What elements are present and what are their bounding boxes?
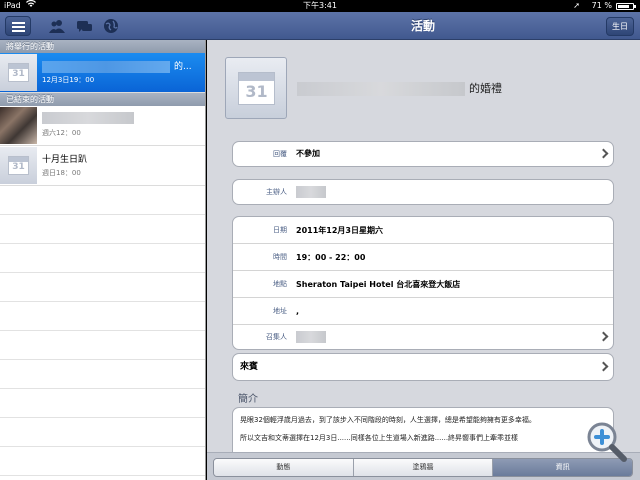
- address-value: ,: [296, 307, 300, 316]
- organizer-value: [296, 325, 326, 349]
- navigation-bar: 活動 生日: [0, 12, 640, 40]
- time-row: 時間 19：00 - 22：00: [233, 244, 613, 271]
- past-events-header: 已結束的活動: [0, 93, 205, 106]
- organizer-row[interactable]: 召集人: [233, 325, 613, 349]
- clock: 下午3:41: [303, 1, 337, 10]
- chevron-right-icon: [598, 331, 609, 342]
- event-calendar-icon: 31: [225, 57, 287, 119]
- calendar-icon: 31: [0, 54, 37, 91]
- friend-requests-icon[interactable]: [48, 17, 66, 35]
- menu-button[interactable]: [5, 16, 31, 36]
- intro-paragraph: 所以文吉和文蒂選擇在12月3日......同樣各位上生道場入新進路......終…: [240, 434, 519, 442]
- calendar-icon: 31: [0, 147, 37, 184]
- place-row: 地點 Sheraton Taipei Hotel 台北喜來登大飯店: [233, 271, 613, 298]
- upcoming-events-header: 將舉行的活動: [0, 40, 205, 53]
- empty-row: [0, 215, 205, 244]
- event-detail-title: 的婚禮: [297, 80, 502, 96]
- redacted-host: [296, 185, 326, 198]
- chevron-right-icon: [598, 361, 609, 372]
- empty-row: [0, 418, 205, 447]
- redacted-name: [297, 82, 465, 96]
- battery-percent: 71 %: [591, 1, 612, 10]
- rsvp-label: 回覆: [273, 150, 287, 158]
- tab-wall[interactable]: 塗鴉牆: [353, 459, 494, 476]
- date-label: 日期: [273, 226, 287, 234]
- messages-icon[interactable]: [75, 17, 93, 35]
- address-label: 地址: [273, 307, 287, 315]
- date-row: 日期 2011年12月3日星期六: [233, 217, 613, 244]
- empty-row: [0, 360, 205, 389]
- host-label: 主辦人: [266, 188, 287, 196]
- redacted-title: [42, 112, 134, 124]
- empty-row: [0, 273, 205, 302]
- host-row: 主辦人: [233, 180, 613, 204]
- location-icon: ➚: [573, 1, 580, 10]
- date-value: 2011年12月3日星期六: [296, 226, 383, 235]
- rsvp-row[interactable]: 回覆 不參加: [233, 142, 613, 166]
- nav-icon-group: [48, 17, 120, 35]
- battery-icon: [616, 3, 636, 10]
- rsvp-group: 回覆 不參加: [232, 141, 614, 167]
- status-bar: iPad 下午3:41 ➚ 71 %: [0, 0, 640, 12]
- event-title: 十月生日趴: [42, 155, 88, 165]
- events-list-panel: 將舉行的活動 31 的... 12月3日19：00 已結束的活動 週六12：00…: [0, 40, 206, 480]
- rsvp-value: 不參加: [296, 149, 320, 158]
- intro-paragraph: 晃眼32個輕浮歲月過去，到了該步入不同階段的時刻，人生選擇，總是希望能夠擁有更多…: [240, 416, 536, 424]
- event-time: 週六12：00: [42, 129, 81, 137]
- place-label: 地點: [273, 280, 287, 288]
- empty-row: [0, 186, 205, 215]
- host-group: 主辦人: [232, 179, 614, 205]
- event-time: 週日18：00: [42, 169, 81, 177]
- event-row-past-2[interactable]: 31 十月生日趴 週日18：00: [0, 146, 205, 186]
- chevron-right-icon: [598, 148, 609, 159]
- tab-feed[interactable]: 動態: [214, 459, 354, 476]
- empty-row: [0, 389, 205, 418]
- guests-group: 來賓: [232, 353, 614, 381]
- event-time: 12月3日19：00: [42, 76, 95, 84]
- organizer-label: 召集人: [266, 333, 287, 341]
- event-row-upcoming-wedding[interactable]: 31 的... 12月3日19：00: [0, 53, 205, 93]
- event-title: [42, 112, 134, 127]
- guests-label: 來賓: [240, 362, 259, 372]
- empty-row: [0, 302, 205, 331]
- event-photo-thumbnail: [0, 107, 37, 144]
- event-row-past-1[interactable]: 週六12：00: [0, 106, 205, 146]
- notifications-globe-icon[interactable]: [102, 17, 120, 35]
- detail-tab-bar: 動態 塗鴉牆 資訊: [207, 452, 640, 480]
- segmented-control: 動態 塗鴉牆 資訊: [213, 458, 633, 477]
- event-title: 的...: [42, 59, 192, 73]
- empty-row: [0, 447, 205, 476]
- birthdays-button[interactable]: 生日: [606, 17, 634, 36]
- redacted-name: [42, 60, 170, 73]
- redacted-organizer: [296, 330, 326, 343]
- zoom-in-icon[interactable]: [582, 418, 630, 466]
- time-label: 時間: [273, 253, 287, 261]
- intro-header: 簡介: [238, 394, 258, 405]
- time-value: 19：00 - 22：00: [296, 253, 366, 262]
- empty-row: [0, 331, 205, 360]
- place-value: Sheraton Taipei Hotel 台北喜來登大飯店: [296, 280, 461, 289]
- host-value: [296, 180, 326, 204]
- guests-row[interactable]: 來賓: [233, 354, 613, 380]
- empty-row: [0, 244, 205, 273]
- page-title: 活動: [410, 19, 435, 33]
- event-detail-panel: 31 的婚禮 回覆 不參加 主辦人 日期 2011年12月3日星期六 時間 19…: [207, 40, 640, 480]
- address-row: 地址 ,: [233, 298, 613, 325]
- event-info-group: 日期 2011年12月3日星期六 時間 19：00 - 22：00 地點 She…: [232, 216, 614, 350]
